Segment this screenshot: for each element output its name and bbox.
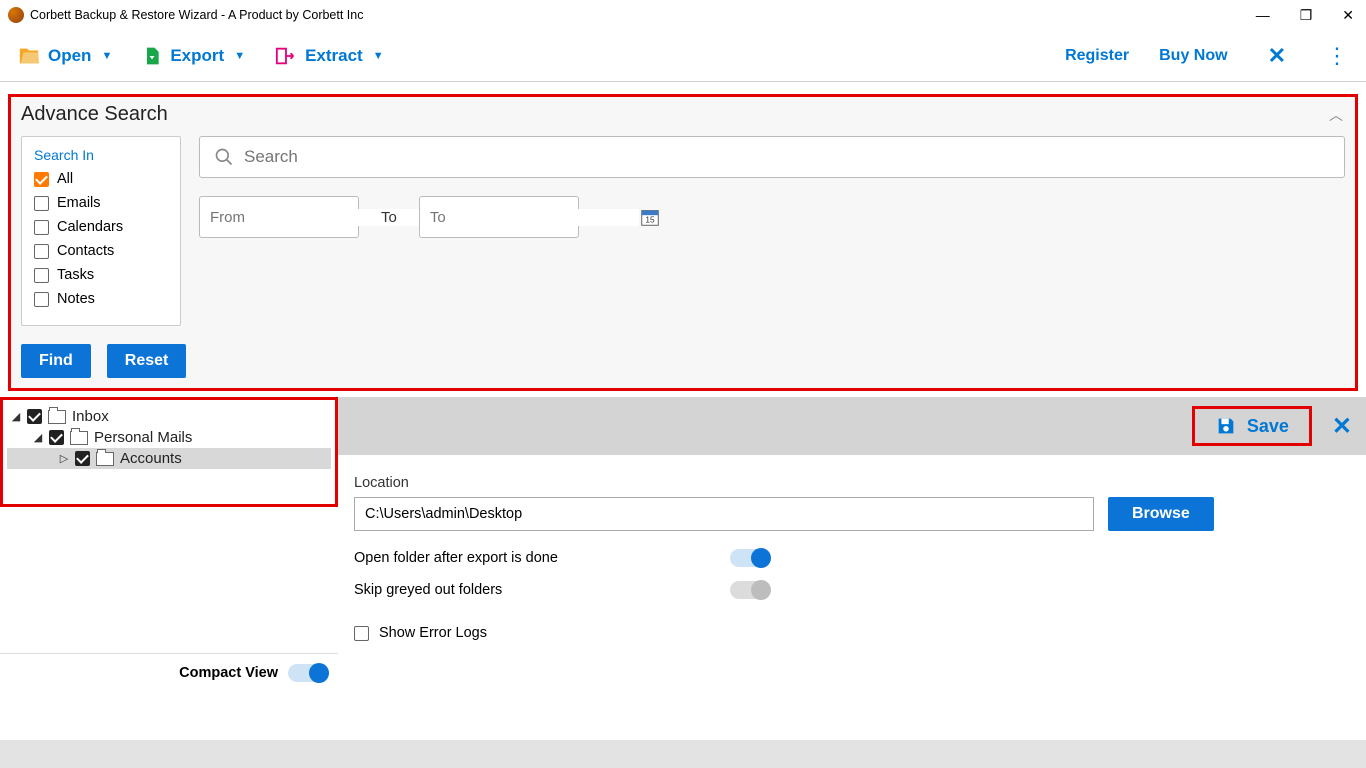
- chevron-down-icon: ▼: [373, 50, 384, 62]
- minimize-button[interactable]: —: [1256, 7, 1270, 24]
- filter-calendars[interactable]: Calendars: [34, 219, 168, 235]
- chevron-down-icon: ▼: [101, 50, 112, 62]
- show-error-logs-label: Show Error Logs: [379, 625, 487, 641]
- tree-item-accounts[interactable]: ▷ Accounts: [7, 448, 331, 469]
- advance-search-title: Advance Search: [21, 103, 1345, 126]
- folder-open-icon: [18, 45, 40, 67]
- more-menu-button[interactable]: ⋮: [1326, 43, 1348, 69]
- filter-all[interactable]: All: [34, 171, 168, 187]
- checkbox-icon: [354, 626, 369, 641]
- date-to-field[interactable]: 15: [419, 196, 579, 238]
- advance-search-panel: Advance Search ︿ Search In All Emails Ca…: [8, 94, 1358, 391]
- expand-icon[interactable]: ◢: [33, 431, 43, 444]
- search-input[interactable]: [244, 147, 1330, 167]
- svg-text:15: 15: [645, 216, 655, 225]
- filter-contacts[interactable]: Contacts: [34, 243, 168, 259]
- skip-greyed-toggle[interactable]: [730, 581, 770, 599]
- register-button[interactable]: Register: [1065, 47, 1129, 65]
- toolbar-close-button[interactable]: ✕: [1268, 43, 1286, 69]
- date-to-input[interactable]: [420, 209, 639, 226]
- search-in-box: Search In All Emails Calendars Contacts …: [21, 136, 181, 326]
- compact-view-label: Compact View: [179, 665, 278, 681]
- compact-view-row: Compact View: [0, 653, 338, 692]
- checkbox-icon: [34, 292, 49, 307]
- window-title: Corbett Backup & Restore Wizard - A Prod…: [30, 8, 363, 22]
- show-error-logs-row[interactable]: Show Error Logs: [354, 625, 1350, 641]
- filter-notes[interactable]: Notes: [34, 291, 168, 307]
- extract-icon: [275, 45, 297, 67]
- folder-tree: ◢ Inbox ◢ Personal Mails ▷ Accounts: [0, 397, 338, 507]
- reset-button[interactable]: Reset: [107, 344, 187, 378]
- checkbox-icon: [34, 268, 49, 283]
- app-icon: [8, 7, 24, 23]
- search-box: [199, 136, 1345, 178]
- folder-icon: [96, 452, 114, 466]
- window-close-button[interactable]: ✕: [1342, 7, 1354, 24]
- main-toolbar: Open ▼ Export ▼ Extract ▼ Register Buy N…: [0, 30, 1366, 82]
- search-icon: [214, 147, 234, 167]
- date-from-field[interactable]: 15: [199, 196, 359, 238]
- calendar-icon[interactable]: 15: [639, 197, 661, 237]
- extract-menu[interactable]: Extract ▼: [275, 45, 384, 67]
- panel-close-button[interactable]: ✕: [1332, 412, 1352, 441]
- find-button[interactable]: Find: [21, 344, 91, 378]
- filter-emails[interactable]: Emails: [34, 195, 168, 211]
- status-bar: [0, 740, 1366, 768]
- checkbox-icon: [34, 244, 49, 259]
- save-button[interactable]: Save: [1192, 406, 1312, 446]
- open-label: Open: [48, 46, 91, 66]
- save-icon: [1215, 415, 1237, 437]
- checkbox-icon[interactable]: [75, 451, 90, 466]
- chevron-down-icon: ▼: [234, 50, 245, 62]
- browse-button[interactable]: Browse: [1108, 497, 1214, 531]
- file-export-icon: [142, 45, 162, 67]
- date-to-label: To: [381, 209, 397, 226]
- extract-label: Extract: [305, 46, 363, 66]
- checkbox-icon[interactable]: [49, 430, 64, 445]
- checkbox-icon: [34, 196, 49, 211]
- folder-icon: [48, 410, 66, 424]
- filter-tasks[interactable]: Tasks: [34, 267, 168, 283]
- buy-now-button[interactable]: Buy Now: [1159, 47, 1227, 65]
- titlebar: Corbett Backup & Restore Wizard - A Prod…: [0, 0, 1366, 30]
- compact-view-toggle[interactable]: [288, 664, 328, 682]
- location-label: Location: [354, 475, 1350, 491]
- checkbox-icon: [34, 172, 49, 187]
- save-bar: Save ✕: [338, 397, 1366, 455]
- export-menu[interactable]: Export ▼: [142, 45, 245, 67]
- open-menu[interactable]: Open ▼: [18, 45, 112, 67]
- export-label: Export: [170, 46, 224, 66]
- expand-icon[interactable]: ▷: [59, 452, 69, 465]
- open-folder-toggle[interactable]: [730, 549, 770, 567]
- tree-item-personal-mails[interactable]: ◢ Personal Mails: [7, 427, 331, 448]
- collapse-button[interactable]: ︿: [1329, 105, 1343, 125]
- skip-greyed-label: Skip greyed out folders: [354, 582, 730, 598]
- open-folder-label: Open folder after export is done: [354, 550, 730, 566]
- folder-icon: [70, 431, 88, 445]
- checkbox-icon: [34, 220, 49, 235]
- checkbox-icon[interactable]: [27, 409, 42, 424]
- location-input[interactable]: [354, 497, 1094, 531]
- tree-item-inbox[interactable]: ◢ Inbox: [7, 406, 331, 427]
- expand-icon[interactable]: ◢: [11, 410, 21, 423]
- maximize-button[interactable]: ❐: [1300, 7, 1313, 24]
- search-in-label: Search In: [34, 147, 168, 163]
